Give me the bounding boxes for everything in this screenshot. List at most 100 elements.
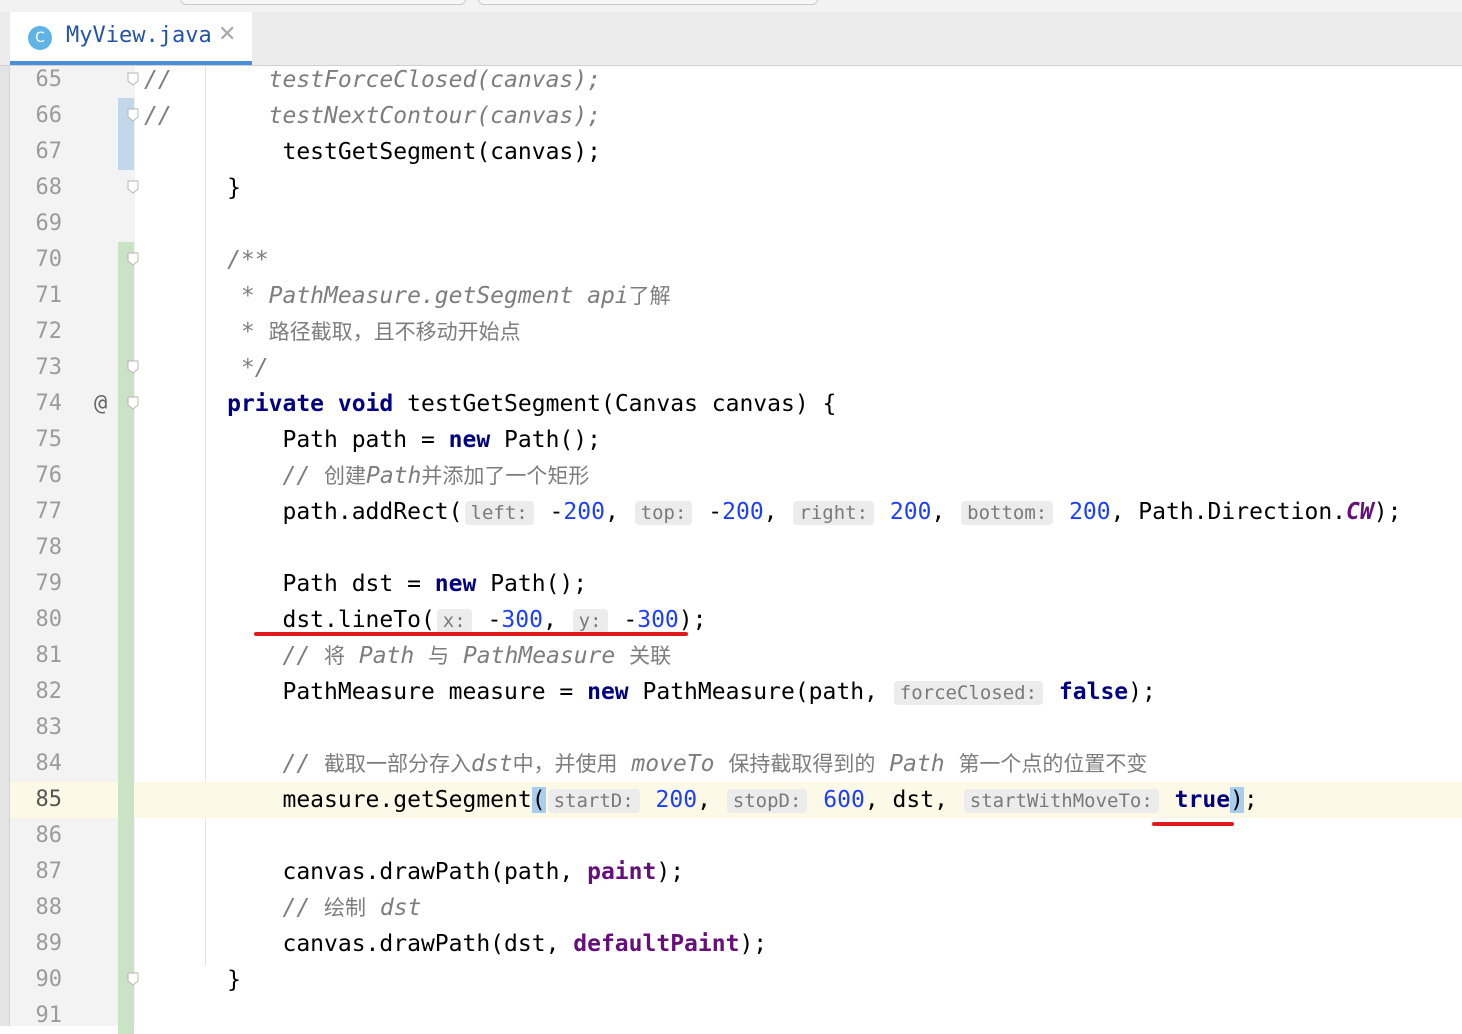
tab-myview-java[interactable]: C MyView.java ✕ xyxy=(10,12,252,65)
vcs-change-marker[interactable] xyxy=(118,710,134,746)
keyword-token: new xyxy=(448,427,491,453)
code-line[interactable]: 76 // 创建Path并添加了一个矩形 xyxy=(10,458,1462,494)
fold-marker-icon[interactable] xyxy=(127,360,139,374)
fold-marker-icon[interactable] xyxy=(127,396,139,410)
vcs-change-marker[interactable] xyxy=(118,638,134,674)
code-line[interactable]: 73 */ xyxy=(10,350,1462,386)
vcs-change-marker[interactable] xyxy=(118,422,134,458)
code-line[interactable]: 67 testGetSegment(canvas); xyxy=(10,134,1462,170)
code-content: canvas.drawPath(dst, defaultPaint); xyxy=(144,926,767,962)
code-line[interactable]: 90 } xyxy=(10,962,1462,998)
code-text: , Path.Direction. xyxy=(1110,499,1347,525)
fold-marker-icon[interactable] xyxy=(127,252,139,266)
line-number[interactable]: 89 xyxy=(10,926,63,962)
code-text: path.addRect( xyxy=(144,499,463,525)
vcs-change-marker[interactable] xyxy=(118,278,134,314)
line-number[interactable]: 65 xyxy=(10,62,63,98)
code-line[interactable]: 91 xyxy=(10,998,1462,1034)
line-number[interactable]: 87 xyxy=(10,854,63,890)
code-line[interactable]: 86 xyxy=(10,818,1462,854)
code-line[interactable]: 79 Path dst = new Path(); xyxy=(10,566,1462,602)
line-number[interactable]: 79 xyxy=(10,566,63,602)
code-line[interactable]: 65 // testForceClosed(canvas); xyxy=(10,62,1462,98)
line-number[interactable]: 88 xyxy=(10,890,63,926)
comment-text: testForceClosed(canvas); xyxy=(268,67,601,93)
close-icon[interactable]: ✕ xyxy=(218,22,236,47)
code-line[interactable]: 81 // 将 Path 与 PathMeasure 关联 xyxy=(10,638,1462,674)
line-number[interactable]: 69 xyxy=(10,206,63,242)
line-number[interactable]: 67 xyxy=(10,134,63,170)
line-number[interactable]: 66 xyxy=(10,98,63,134)
vcs-change-marker[interactable] xyxy=(118,674,134,710)
fold-marker-icon[interactable] xyxy=(127,180,139,194)
code-line[interactable]: 82 PathMeasure measure = new PathMeasure… xyxy=(10,674,1462,710)
line-number[interactable]: 84 xyxy=(10,746,63,782)
line-number[interactable]: 70 xyxy=(10,242,63,278)
code-line[interactable]: 68 } xyxy=(10,170,1462,206)
matched-brace: ( xyxy=(531,787,546,813)
line-number[interactable]: 71 xyxy=(10,278,63,314)
code-line[interactable]: 66 // testNextContour(canvas); xyxy=(10,98,1462,134)
vcs-change-marker[interactable] xyxy=(118,134,134,170)
code-line[interactable]: 80 dst.lineTo(x: -300, y: -300); xyxy=(10,602,1462,638)
vcs-change-marker[interactable] xyxy=(118,566,134,602)
code-line[interactable]: 87 canvas.drawPath(path, paint); xyxy=(10,854,1462,890)
line-number[interactable]: 83 xyxy=(10,710,63,746)
vcs-change-marker[interactable] xyxy=(118,602,134,638)
line-number[interactable]: 76 xyxy=(10,458,63,494)
line-number[interactable]: 74 xyxy=(10,386,63,422)
line-number[interactable]: 85 xyxy=(10,782,63,818)
code-text: - xyxy=(694,499,723,525)
line-number[interactable]: 68 xyxy=(10,170,63,206)
code-line[interactable]: 85 measure.getSegment(startD: 200, stopD… xyxy=(10,782,1462,818)
fold-marker-icon[interactable] xyxy=(127,108,139,122)
vcs-change-marker[interactable] xyxy=(118,782,134,818)
fold-marker-icon[interactable] xyxy=(127,972,139,986)
line-number[interactable]: 90 xyxy=(10,962,63,998)
vcs-change-marker[interactable] xyxy=(118,890,134,926)
vcs-change-marker[interactable] xyxy=(118,818,134,854)
code-line[interactable]: 74 @ private void testGetSegment(Canvas c… xyxy=(10,386,1462,422)
field-token: paint xyxy=(587,859,657,885)
line-number[interactable]: 73 xyxy=(10,350,63,386)
code-text: , xyxy=(931,499,960,525)
comment-text: 保持截取得到的 xyxy=(728,752,876,776)
code-line[interactable]: 78 xyxy=(10,530,1462,566)
line-number[interactable]: 75 xyxy=(10,422,63,458)
comment-text: // xyxy=(144,751,325,777)
vcs-change-marker[interactable] xyxy=(118,998,134,1034)
code-line[interactable]: 89 canvas.drawPath(dst, defaultPaint); xyxy=(10,926,1462,962)
code-line[interactable]: 84 // 截取一部分存入dst中，并使用 moveTo 保持截取得到的 Pat… xyxy=(10,746,1462,782)
vcs-change-marker[interactable] xyxy=(118,494,134,530)
line-number[interactable]: 81 xyxy=(10,638,63,674)
code-line[interactable]: 83 xyxy=(10,710,1462,746)
override-marker-icon[interactable]: @ xyxy=(94,386,107,422)
left-tool-strip xyxy=(0,66,10,1026)
vcs-change-marker[interactable] xyxy=(118,854,134,890)
code-editor[interactable]: 65 // testForceClosed(canvas); 66 // testNe… xyxy=(10,62,1462,1034)
code-line[interactable]: 71 * PathMeasure.getSegment api了解 xyxy=(10,278,1462,314)
line-number[interactable]: 72 xyxy=(10,314,63,350)
code-line[interactable]: 77 path.addRect(left: -200, top: -200, r… xyxy=(10,494,1462,530)
line-number[interactable]: 82 xyxy=(10,674,63,710)
line-number[interactable]: 86 xyxy=(10,818,63,854)
comment-text: 路径截取，且不移动开始点 xyxy=(268,320,521,344)
vcs-change-marker[interactable] xyxy=(118,458,134,494)
code-line[interactable]: 88 // 绘制 dst xyxy=(10,890,1462,926)
fold-marker-icon[interactable] xyxy=(127,72,139,86)
line-number[interactable]: 78 xyxy=(10,530,63,566)
code-line[interactable]: 72 * 路径截取，且不移动开始点 xyxy=(10,314,1462,350)
code-content: // 创建Path并添加了一个矩形 xyxy=(144,458,589,494)
line-number[interactable]: 91 xyxy=(10,998,63,1034)
line-number[interactable]: 77 xyxy=(10,494,63,530)
vcs-change-marker[interactable] xyxy=(118,926,134,962)
vcs-change-marker[interactable] xyxy=(118,314,134,350)
vcs-change-marker[interactable] xyxy=(118,746,134,782)
toolbar-field-ghost xyxy=(180,0,466,5)
vcs-change-marker[interactable] xyxy=(118,530,134,566)
code-line[interactable]: 70 /** xyxy=(10,242,1462,278)
code-line[interactable]: 75 Path path = new Path(); xyxy=(10,422,1462,458)
line-number[interactable]: 80 xyxy=(10,602,63,638)
code-line[interactable]: 69 xyxy=(10,206,1462,242)
code-content: testGetSegment(canvas); xyxy=(144,134,601,170)
